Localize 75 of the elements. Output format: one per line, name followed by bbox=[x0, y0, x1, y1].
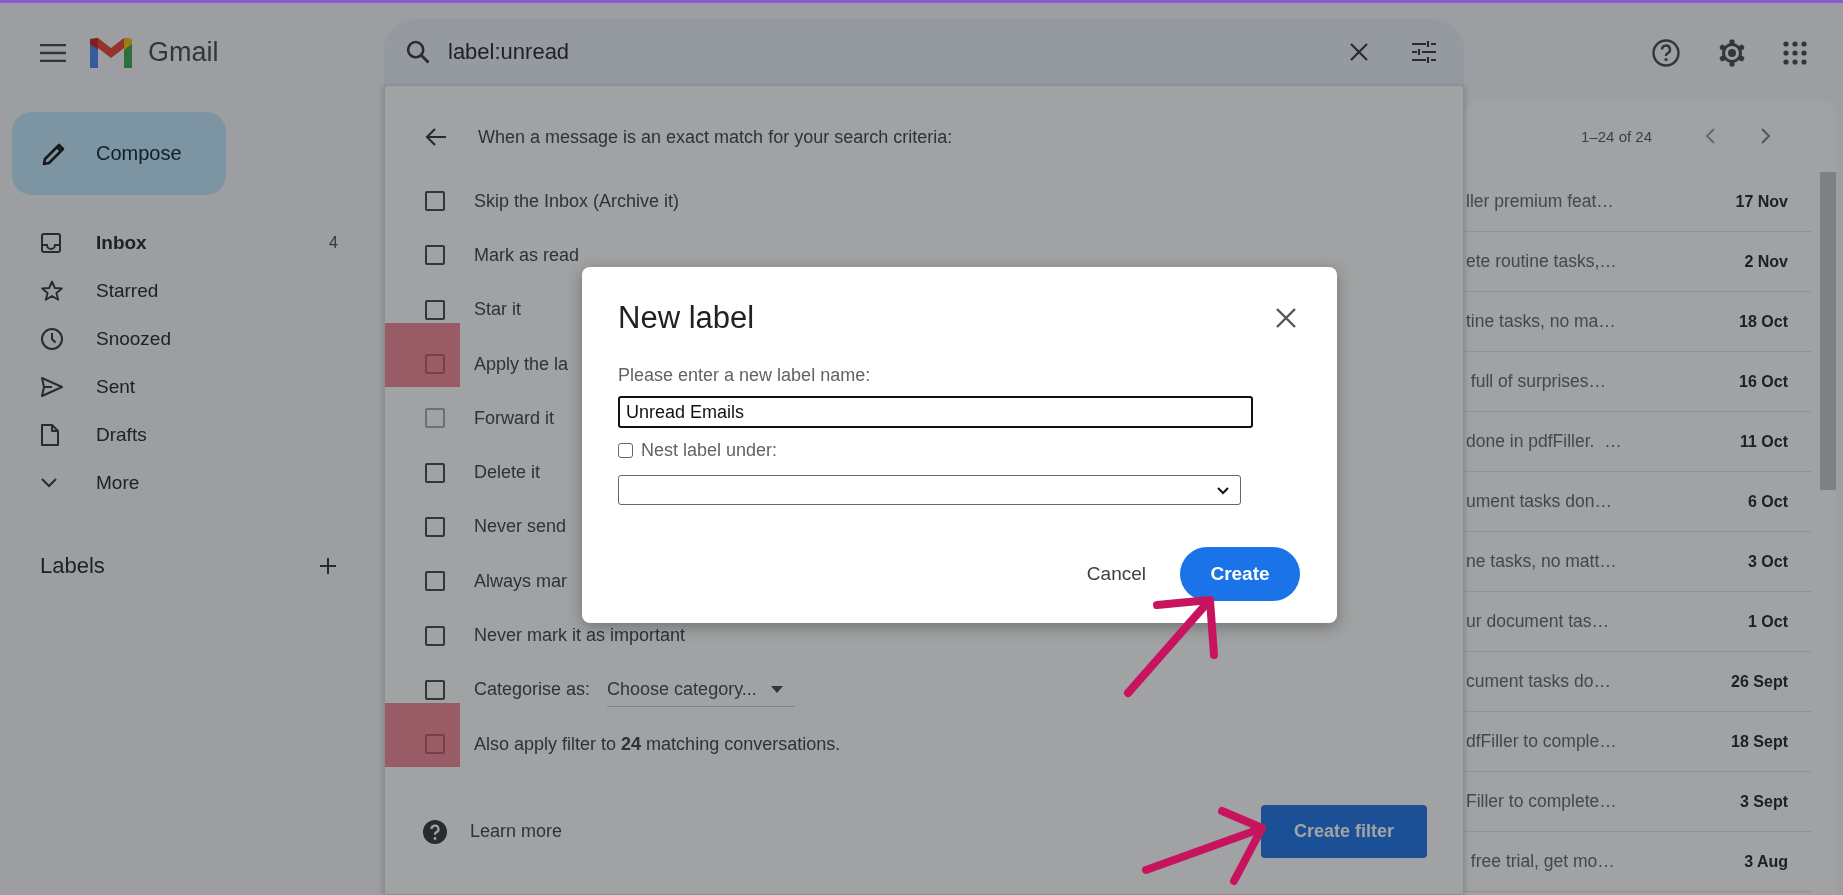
checkbox[interactable] bbox=[425, 462, 445, 483]
compose-button[interactable]: Compose bbox=[12, 112, 226, 195]
nest-label: Nest label under: bbox=[641, 440, 778, 461]
message-row[interactable]: done in pdfFiller. … 11 Oct bbox=[1464, 412, 1812, 472]
option-label: Skip the Inbox (Archive it) bbox=[474, 190, 680, 212]
option-label: Delete it bbox=[474, 462, 541, 484]
filter-heading: When a message is an exact match for your search criteria: bbox=[478, 126, 953, 148]
message-row[interactable]: ne tasks, no matt… 3 Oct bbox=[1464, 532, 1812, 592]
checkbox[interactable] bbox=[618, 443, 633, 458]
message-row[interactable]: ete routine tasks,… 2 Nov bbox=[1464, 232, 1812, 292]
scrollbar[interactable] bbox=[1820, 172, 1836, 490]
checkbox[interactable] bbox=[425, 191, 445, 212]
sidebar-item[interactable]: Snoozed bbox=[0, 315, 384, 363]
option-label: Forward it bbox=[474, 407, 554, 429]
help-icon[interactable] bbox=[1651, 37, 1681, 68]
search-field[interactable]: label:unread bbox=[384, 19, 1464, 85]
sidebar-item[interactable]: Drafts bbox=[0, 411, 384, 459]
parent-label-dropdown[interactable] bbox=[618, 475, 1241, 505]
option-label: Mark as read bbox=[474, 244, 580, 266]
message-row[interactable]: ller premium feat… 17 Nov bbox=[1464, 172, 1812, 232]
inbox-icon bbox=[40, 232, 62, 254]
label-name-input[interactable]: Unread Emails bbox=[618, 396, 1253, 428]
star-icon bbox=[40, 279, 64, 303]
page-range: 1–24 of 24 bbox=[1581, 127, 1652, 145]
settings-icon[interactable] bbox=[1717, 37, 1747, 68]
dialog-title: New label bbox=[618, 300, 755, 336]
sidebar-item[interactable]: Sent bbox=[0, 363, 384, 411]
sidebar-item[interactable]: Starred bbox=[0, 267, 384, 315]
option-label: Never send bbox=[474, 516, 567, 538]
document-icon bbox=[40, 423, 60, 447]
option-label: Also apply filter to 24 matching conversations. bbox=[474, 733, 841, 755]
cancel-button[interactable]: Cancel bbox=[1086, 555, 1146, 593]
labels-heading: Labels bbox=[40, 553, 105, 579]
create-button[interactable]: Create bbox=[1180, 547, 1300, 601]
message-row[interactable]: ument tasks don… 6 Oct bbox=[1464, 472, 1812, 532]
option-label: Never mark it as important bbox=[474, 625, 686, 646]
sidebar-item[interactable]: Inbox 4 bbox=[0, 219, 384, 267]
checkbox[interactable] bbox=[425, 625, 445, 646]
option-label: Categorise as: bbox=[474, 679, 591, 701]
apps-grid-icon[interactable] bbox=[1783, 40, 1807, 65]
next-page-icon[interactable] bbox=[1760, 127, 1772, 145]
learn-more-link[interactable]: Learn more bbox=[470, 821, 563, 843]
checkbox[interactable] bbox=[425, 516, 445, 537]
checkbox[interactable] bbox=[425, 245, 445, 266]
mail-logo-icon bbox=[88, 35, 134, 70]
clear-icon[interactable] bbox=[1348, 41, 1370, 63]
checkbox[interactable] bbox=[425, 679, 445, 700]
field-label: Please enter a new label name: bbox=[618, 365, 872, 386]
message-row[interactable]: free trial, get mo… 3 Aug bbox=[1464, 832, 1812, 892]
caret-icon bbox=[770, 685, 783, 693]
menu-icon[interactable] bbox=[40, 43, 66, 62]
help-icon[interactable] bbox=[422, 818, 448, 845]
chevron-down-icon bbox=[40, 477, 58, 489]
message-row[interactable]: dfFiller to comple… 18 Sept bbox=[1464, 712, 1812, 772]
tune-icon[interactable] bbox=[1410, 40, 1438, 64]
message-row[interactable]: full of surprises… 16 Oct bbox=[1464, 352, 1812, 412]
category-dropdown[interactable]: Choose category... bbox=[607, 672, 795, 707]
add-icon[interactable] bbox=[318, 556, 338, 576]
back-arrow-icon[interactable] bbox=[425, 127, 447, 147]
close-icon[interactable] bbox=[1275, 307, 1297, 329]
message-row[interactable]: cument tasks do… 26 Sept bbox=[1464, 652, 1812, 712]
message-row[interactable]: tine tasks, no ma… 18 Oct bbox=[1464, 292, 1812, 352]
option-label: Star it bbox=[474, 299, 521, 321]
message-row[interactable]: ur document tas… 1 Oct bbox=[1464, 592, 1812, 652]
message-row[interactable]: Filler to complete… 3 Sept bbox=[1464, 772, 1812, 832]
chevron-down-icon bbox=[1216, 485, 1230, 495]
app-name: Gmail bbox=[148, 37, 219, 68]
sidebar-item[interactable]: More bbox=[0, 459, 384, 507]
option-label: Always mar bbox=[474, 570, 567, 592]
checkbox[interactable] bbox=[425, 571, 445, 592]
checkbox[interactable] bbox=[425, 299, 445, 320]
option-label: Apply the la bbox=[474, 353, 569, 375]
send-icon bbox=[40, 376, 64, 398]
search-icon[interactable] bbox=[404, 38, 432, 66]
clock-icon bbox=[40, 327, 64, 351]
